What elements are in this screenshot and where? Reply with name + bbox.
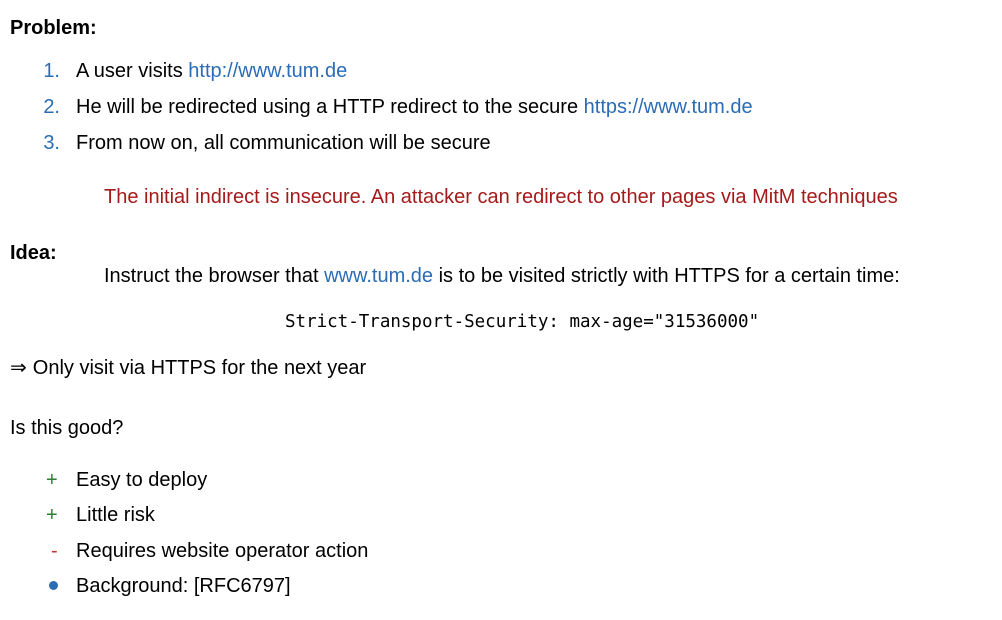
step-number: 2. — [43, 96, 60, 118]
warning-text: The initial indirect is insecure. An att… — [104, 186, 898, 208]
hsts-header-code: Strict-Transport-Security: max-age="3153… — [285, 312, 760, 332]
link-https-tum[interactable]: https://www.tum.de — [584, 96, 753, 118]
link-tum[interactable]: www.tum.de — [324, 265, 433, 287]
conclusion-text: Only visit via HTTPS for the next year — [32, 357, 367, 379]
list-item-step-3: 3. From now on, all communication will be… — [38, 132, 491, 155]
bullet-container — [46, 575, 76, 598]
list-item-step-1: 1. A user visits http://www.tum.de — [38, 60, 347, 83]
step-text: A user visits — [76, 60, 189, 82]
evaluation-text: Little risk — [76, 504, 155, 526]
list-item-info: Background: [RFC6797] — [46, 575, 291, 598]
evaluation-text: Requires website operator action — [76, 540, 369, 562]
step-number: 3. — [43, 132, 60, 154]
list-item-step-2: 2. He will be redirected using a HTTP red… — [38, 96, 753, 119]
idea-heading: Idea: — [10, 242, 57, 264]
step-text: He will be redirected using a HTTP redir… — [76, 96, 584, 118]
idea-text-after: is to be visited strictly with HTTPS for… — [433, 265, 900, 287]
question-text: Is this good? — [10, 417, 124, 439]
idea-text-before: Instruct the browser that — [104, 265, 325, 287]
plus-icon: + — [46, 469, 58, 491]
problem-heading: Problem: — [10, 17, 97, 39]
list-item-pro-2: + Little risk — [46, 504, 155, 527]
list-item-pro-1: + Easy to deploy — [46, 469, 207, 492]
plus-icon: + — [46, 504, 58, 526]
idea-text: Instruct the browser that www.tum.de is … — [104, 265, 900, 288]
list-item-con-1: - Requires website operator action — [46, 540, 368, 563]
minus-icon: - — [51, 540, 58, 562]
conclusion: ⇒ Only visit via HTTPS for the next year — [10, 355, 366, 380]
implies-arrow-icon: ⇒ — [10, 357, 27, 379]
step-number: 1. — [43, 60, 60, 82]
bullet-dot-icon — [49, 581, 58, 590]
evaluation-text: Easy to deploy — [76, 469, 208, 491]
link-http-tum[interactable]: http://www.tum.de — [188, 60, 347, 82]
evaluation-text: Background: [RFC6797] — [76, 575, 291, 597]
step-text: From now on, all communication will be s… — [76, 132, 491, 154]
